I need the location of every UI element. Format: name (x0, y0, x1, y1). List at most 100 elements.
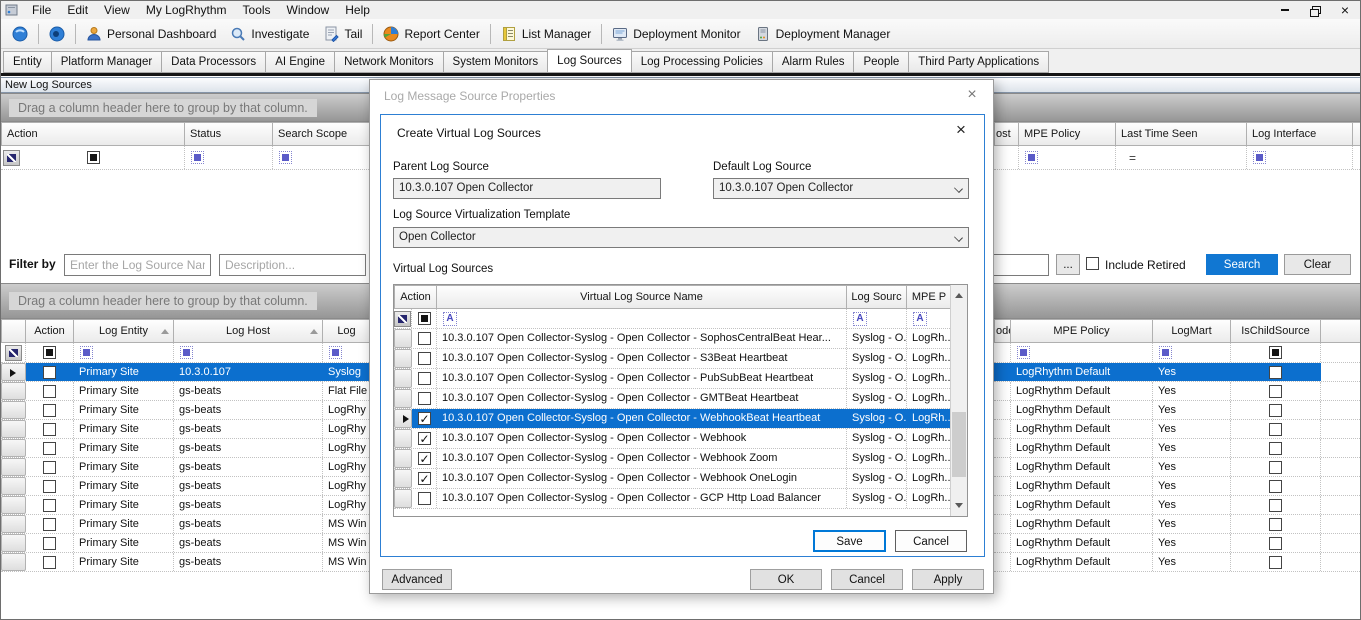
log-host-cell[interactable]: gs-beats (174, 477, 323, 495)
include-retired-checkbox[interactable] (1086, 257, 1099, 270)
filter-cell-action[interactable] (26, 343, 74, 362)
column-header-action[interactable]: Action (394, 285, 437, 309)
logmart-cell[interactable]: Yes (1153, 420, 1231, 438)
log-type-cell[interactable]: LogRhy (323, 401, 371, 419)
close-icon[interactable] (1330, 2, 1360, 18)
row-indicator[interactable] (1, 420, 26, 438)
log-entity-cell[interactable]: Primary Site (74, 401, 174, 419)
vls-name-cell[interactable]: 10.3.0.107 Open Collector-Syslog - Open … (437, 449, 847, 468)
table-row[interactable]: Primary Sitegs-beatsLogRhy (1, 439, 371, 458)
is-child-source-cell[interactable] (1231, 458, 1321, 476)
column-header-blank[interactable] (1353, 122, 1361, 146)
table-row[interactable]: LogRhythm DefaultYes (994, 382, 1361, 401)
clear-filter-icon[interactable] (5, 345, 22, 361)
row-indicator-selected[interactable] (1, 363, 26, 381)
vls-action-cell[interactable] (412, 389, 437, 408)
filter-cell-log[interactable] (323, 343, 371, 362)
vls-name-cell[interactable]: 10.3.0.107 Open Collector-Syslog - Open … (437, 409, 847, 428)
clipped-cell[interactable] (994, 458, 1011, 476)
dialog-close-icon[interactable] (963, 86, 981, 104)
menu-item-my-logrhythm[interactable]: My LogRhythm (138, 2, 235, 18)
action-checkbox[interactable] (43, 480, 56, 493)
action-checkbox[interactable] (43, 499, 56, 512)
tab-system-monitors[interactable]: System Monitors (443, 51, 549, 73)
filter-checkbox-log-host[interactable] (180, 346, 193, 359)
log-host-cell[interactable]: gs-beats (174, 439, 323, 457)
action-cell[interactable] (26, 401, 74, 419)
clipped-cell[interactable] (994, 439, 1011, 457)
filter-checkbox-logmart[interactable] (1159, 346, 1172, 359)
filter-checkbox-action[interactable] (43, 346, 56, 359)
tab-ai-engine[interactable]: AI Engine (265, 51, 335, 73)
vls-mpe-policy-cell[interactable]: LogRh... (907, 469, 952, 488)
action-cell[interactable] (26, 458, 74, 476)
row-indicator[interactable] (1, 496, 26, 514)
action-checkbox[interactable] (43, 366, 56, 379)
vls-checkbox[interactable] (418, 352, 431, 365)
log-entity-cell[interactable]: Primary Site (74, 553, 174, 571)
personal-dashboard-button[interactable]: Personal Dashboard (79, 23, 223, 45)
row-indicator[interactable] (394, 329, 412, 348)
dialog-cancel-button[interactable]: Cancel (831, 569, 903, 590)
column-header-last-time-seen[interactable]: Last Time Seen (1116, 122, 1247, 146)
filter-checkbox-log-entity[interactable] (80, 346, 93, 359)
save-button[interactable]: Save (813, 530, 886, 552)
menu-item-edit[interactable]: Edit (59, 2, 96, 18)
filter-cell-log-interface[interactable] (1247, 146, 1353, 169)
action-cell[interactable] (26, 534, 74, 552)
row-indicator[interactable] (1, 534, 26, 552)
mpe-policy-cell[interactable]: LogRhythm Default (1011, 553, 1153, 571)
vls-name-cell[interactable]: 10.3.0.107 Open Collector-Syslog - Open … (437, 489, 847, 508)
is-child-source-cell[interactable] (1231, 401, 1321, 419)
tab-platform-manager[interactable]: Platform Manager (51, 51, 162, 73)
table-row[interactable]: LogRhythm DefaultYes (994, 439, 1361, 458)
scroll-down-button[interactable] (951, 497, 967, 514)
help-button[interactable] (42, 23, 72, 45)
text-filter-icon[interactable]: A (443, 312, 457, 326)
column-header-log-sourc[interactable]: Log Sourc (847, 285, 907, 309)
action-checkbox[interactable] (43, 385, 56, 398)
scrollbar-thumb[interactable] (952, 412, 966, 477)
mpe-policy-cell[interactable]: LogRhythm Default (1011, 382, 1153, 400)
log-entity-cell[interactable]: Primary Site (74, 363, 174, 381)
log-host-cell[interactable]: gs-beats (174, 382, 323, 400)
column-header-search-scope[interactable]: Search Scope (273, 122, 371, 146)
clear-button[interactable]: Clear (1284, 254, 1351, 275)
column-header-mpe-p[interactable]: MPE P (907, 285, 952, 309)
scroll-up-button[interactable] (951, 287, 967, 304)
description-input[interactable] (219, 254, 366, 276)
table-row[interactable]: LogRhythm DefaultYes (994, 420, 1361, 439)
column-header-log[interactable]: Log (323, 319, 371, 343)
vls-action-cell[interactable] (412, 449, 437, 468)
row-indicator-selected[interactable] (394, 409, 412, 428)
table-row[interactable]: Primary Sitegs-beatsLogRhy (1, 420, 371, 439)
restore-icon[interactable] (1300, 2, 1330, 18)
filter-cell-blank[interactable] (1353, 146, 1361, 169)
clipped-cell[interactable] (994, 382, 1011, 400)
text-filter-icon[interactable]: A (853, 312, 867, 326)
logmart-cell[interactable]: Yes (1153, 534, 1231, 552)
vls-name-cell[interactable]: 10.3.0.107 Open Collector-Syslog - Open … (437, 329, 847, 348)
logmart-cell[interactable]: Yes (1153, 401, 1231, 419)
is-child-source-checkbox[interactable] (1269, 537, 1282, 550)
column-header-mpe-policy[interactable]: MPE Policy (1011, 319, 1153, 343)
column-header-logmart[interactable]: LogMart (1153, 319, 1231, 343)
filter-checkbox-mpe-policy[interactable] (1025, 151, 1038, 164)
vls-checkbox[interactable] (418, 372, 431, 385)
column-header-log-entity[interactable]: Log Entity (74, 319, 174, 343)
log-entity-cell[interactable]: Primary Site (74, 515, 174, 533)
log-host-cell[interactable]: gs-beats (174, 458, 323, 476)
menu-item-window[interactable]: Window (279, 2, 338, 18)
action-checkbox[interactable] (43, 518, 56, 531)
table-row[interactable]: Primary Site10.3.0.107Syslog (1, 363, 371, 382)
filter-cell-search-scope[interactable] (273, 146, 371, 169)
action-cell[interactable] (26, 439, 74, 457)
log-type-cell[interactable]: MS Win (323, 553, 371, 571)
action-checkbox[interactable] (43, 461, 56, 474)
vls-row[interactable]: 10.3.0.107 Open Collector-Syslog - Open … (394, 489, 952, 509)
filter-checkbox-action[interactable] (87, 151, 100, 164)
vls-log-source-cell[interactable]: Syslog - O... (847, 389, 907, 408)
action-checkbox[interactable] (43, 404, 56, 417)
vls-name-cell[interactable]: 10.3.0.107 Open Collector-Syslog - Open … (437, 369, 847, 388)
home-button[interactable] (5, 23, 35, 45)
